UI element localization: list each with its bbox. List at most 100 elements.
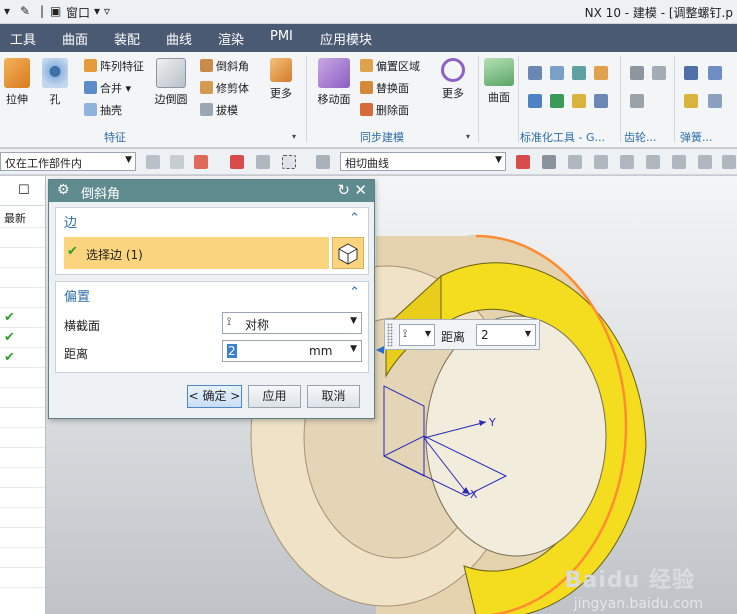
snap-icon[interactable]: [594, 155, 608, 169]
list-item[interactable]: [0, 228, 45, 248]
tab-assembly[interactable]: 装配: [114, 29, 140, 48]
offset-region-button[interactable]: 偏置区域: [360, 58, 420, 74]
replace-face-button[interactable]: 替换面: [360, 80, 409, 96]
gear-tool-icon[interactable]: [652, 66, 666, 80]
list-item[interactable]: [0, 288, 45, 308]
list-item[interactable]: [0, 548, 45, 568]
group-expand-icon[interactable]: ▾: [466, 132, 470, 141]
reset-icon[interactable]: ↻: [337, 181, 350, 199]
edit-icon[interactable]: ✎: [20, 4, 30, 18]
move-face-button[interactable]: 移动面: [314, 58, 354, 107]
close-icon[interactable]: ✕: [354, 181, 367, 199]
drag-grip-icon[interactable]: [387, 323, 393, 347]
list-item[interactable]: [0, 468, 45, 488]
list-item[interactable]: [0, 248, 45, 268]
cross-section-dropdown[interactable]: ⟟ 对称 ▼: [222, 312, 362, 334]
apply-button[interactable]: 应用: [248, 385, 301, 408]
filter-icon[interactable]: [170, 155, 184, 169]
spring-tool-icon[interactable]: [684, 94, 698, 108]
tab-render[interactable]: 渲染: [218, 29, 244, 48]
hole-button[interactable]: 孔: [40, 58, 70, 107]
trim-body-button[interactable]: 修剪体: [200, 80, 249, 96]
list-item[interactable]: [0, 568, 45, 588]
selection-scope-dropdown[interactable]: 仅在工作部件内 ▼: [0, 152, 136, 171]
snap-icon[interactable]: [568, 155, 582, 169]
list-item[interactable]: [0, 388, 45, 408]
delete-face-button[interactable]: 删除面: [360, 102, 409, 118]
undo-icon[interactable]: ▾: [4, 4, 10, 18]
gear-tool-icon[interactable]: [630, 66, 644, 80]
list-item[interactable]: [0, 268, 45, 288]
onscreen-distance-field[interactable]: 2 ▼: [476, 324, 536, 346]
extrude-button[interactable]: 拉伸: [2, 58, 32, 107]
filter-icon[interactable]: [146, 155, 160, 169]
gear-tool-icon[interactable]: [630, 94, 644, 108]
select-box-icon[interactable]: [282, 155, 296, 169]
chamfer-button[interactable]: 倒斜角: [200, 58, 249, 74]
snap-icon[interactable]: [722, 155, 736, 169]
window-menu[interactable]: 窗口: [66, 4, 90, 21]
std-tool-icon[interactable]: [594, 66, 608, 80]
draft-button[interactable]: 拔模: [200, 102, 238, 118]
group-expand-icon[interactable]: ▾: [292, 132, 296, 141]
shell-button[interactable]: 抽壳: [84, 102, 122, 118]
std-tool-icon[interactable]: [572, 94, 586, 108]
std-tool-icon[interactable]: [550, 94, 564, 108]
unite-button[interactable]: 合并 ▾: [84, 80, 131, 96]
snap-icon[interactable]: [672, 155, 686, 169]
snap-icon[interactable]: [516, 155, 530, 169]
list-item[interactable]: ✔: [0, 348, 45, 368]
list-item[interactable]: ✔: [0, 308, 45, 328]
tab-applications[interactable]: 应用模块: [320, 29, 372, 48]
snap-icon[interactable]: [620, 155, 634, 169]
filter-icon[interactable]: [316, 155, 330, 169]
tab-tools[interactable]: 工具: [10, 29, 36, 48]
spring-tool-icon[interactable]: [684, 66, 698, 80]
dialog-title-bar[interactable]: ⚙ 倒斜角 ↻ ✕: [49, 180, 374, 202]
curve-rule-dropdown[interactable]: 相切曲线 ▼: [340, 152, 506, 171]
tab-pmi[interactable]: PMI: [270, 29, 293, 44]
std-tool-icon[interactable]: [528, 66, 542, 80]
gear-icon[interactable]: ⚙: [57, 182, 70, 198]
collapse-icon[interactable]: ⌃: [349, 285, 360, 300]
pattern-feature-button[interactable]: 阵列特征: [84, 58, 144, 74]
more-sync-button[interactable]: 更多: [436, 58, 470, 101]
ok-button[interactable]: < 确定 >: [187, 385, 242, 408]
select-edge-button[interactable]: [332, 237, 364, 269]
tab-surface[interactable]: 曲面: [62, 29, 88, 48]
cancel-button[interactable]: 取消: [307, 385, 360, 408]
snap-icon[interactable]: [646, 155, 660, 169]
tab-curve[interactable]: 曲线: [166, 29, 192, 48]
spring-tool-icon[interactable]: [708, 66, 722, 80]
spring-tool-icon[interactable]: [708, 94, 722, 108]
navigator-column-header[interactable]: 最新: [0, 206, 45, 228]
list-item[interactable]: [0, 488, 45, 508]
std-tool-icon[interactable]: [528, 94, 542, 108]
surface-button[interactable]: 曲面: [482, 58, 516, 105]
list-item[interactable]: [0, 508, 45, 528]
std-tool-icon[interactable]: [550, 66, 564, 80]
std-tool-icon[interactable]: [572, 66, 586, 80]
edge-blend-button[interactable]: 边倒圆: [152, 58, 190, 107]
offset-section-header[interactable]: 偏置 ⌃: [56, 282, 368, 306]
snap-icon[interactable]: [698, 155, 712, 169]
select-edge-row[interactable]: ✔ 选择边 (1): [64, 237, 329, 269]
chevron-down-icon[interactable]: ▾ ▿: [94, 4, 110, 18]
distance-field[interactable]: 2 mm ▼: [222, 340, 362, 362]
cross-section-mode-dropdown[interactable]: ⟟ ▼: [399, 324, 435, 346]
list-item[interactable]: [0, 528, 45, 548]
std-tool-icon[interactable]: [594, 94, 608, 108]
snap-point-icon[interactable]: [194, 155, 208, 169]
snap-icon[interactable]: [542, 155, 556, 169]
list-item[interactable]: [0, 448, 45, 468]
edge-section-header[interactable]: 边 ⌃: [56, 208, 368, 232]
list-item[interactable]: ✔: [0, 328, 45, 348]
list-item[interactable]: [0, 428, 45, 448]
collapse-icon[interactable]: ⌃: [349, 211, 360, 226]
maximize-icon[interactable]: ☐: [18, 183, 30, 198]
snap-icon[interactable]: [230, 155, 244, 169]
list-item[interactable]: [0, 408, 45, 428]
list-item[interactable]: [0, 368, 45, 388]
more-features-button[interactable]: 更多: [266, 58, 296, 101]
snap-icon[interactable]: [256, 155, 270, 169]
